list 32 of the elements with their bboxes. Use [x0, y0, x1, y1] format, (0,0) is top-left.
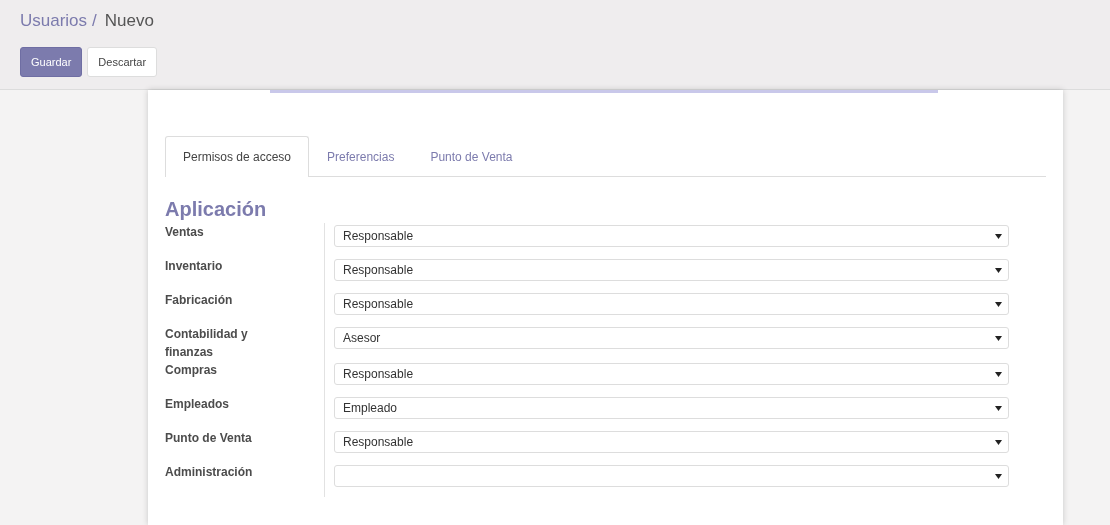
caret-icon	[995, 405, 1002, 411]
select-field[interactable]: Responsable	[334, 363, 1009, 385]
select-field[interactable]: Responsable	[334, 293, 1009, 315]
breadcrumb-current: Nuevo	[104, 11, 154, 31]
field-label: Fabricación	[165, 291, 325, 325]
select-field[interactable]: Responsable	[334, 225, 1009, 247]
caret-icon	[995, 371, 1002, 377]
tab[interactable]: Preferencias	[309, 136, 413, 177]
select-field[interactable]: Empleado	[334, 397, 1009, 419]
caret-icon	[995, 267, 1002, 273]
select-field[interactable]: Responsable	[334, 431, 1009, 453]
section-title: Aplicación	[165, 198, 268, 221]
discard-button[interactable]: Descartar	[87, 47, 158, 77]
save-button[interactable]: Guardar	[20, 47, 83, 77]
caret-icon	[995, 301, 1002, 307]
tab[interactable]: Punto de Venta	[412, 136, 531, 177]
caret-icon	[995, 335, 1002, 341]
field-label: Contabilidad y finanzas	[165, 325, 325, 361]
field-label: Compras	[165, 361, 325, 395]
select-field[interactable]: Asesor	[334, 327, 1009, 349]
caret-icon	[995, 473, 1002, 479]
field-label: Inventario	[165, 257, 325, 291]
tab[interactable]: Permisos de acceso	[165, 136, 310, 177]
caret-icon	[995, 439, 1002, 445]
select-field[interactable]: Responsable	[334, 259, 1009, 281]
field-label: Administración	[165, 463, 325, 497]
breadcrumb-separator: /	[92, 11, 97, 31]
field-label: Ventas	[165, 223, 325, 257]
field-label: Empleados	[165, 395, 325, 429]
select-field[interactable]	[334, 465, 1009, 487]
field-label: Punto de Venta	[165, 429, 325, 463]
caret-icon	[995, 233, 1002, 239]
